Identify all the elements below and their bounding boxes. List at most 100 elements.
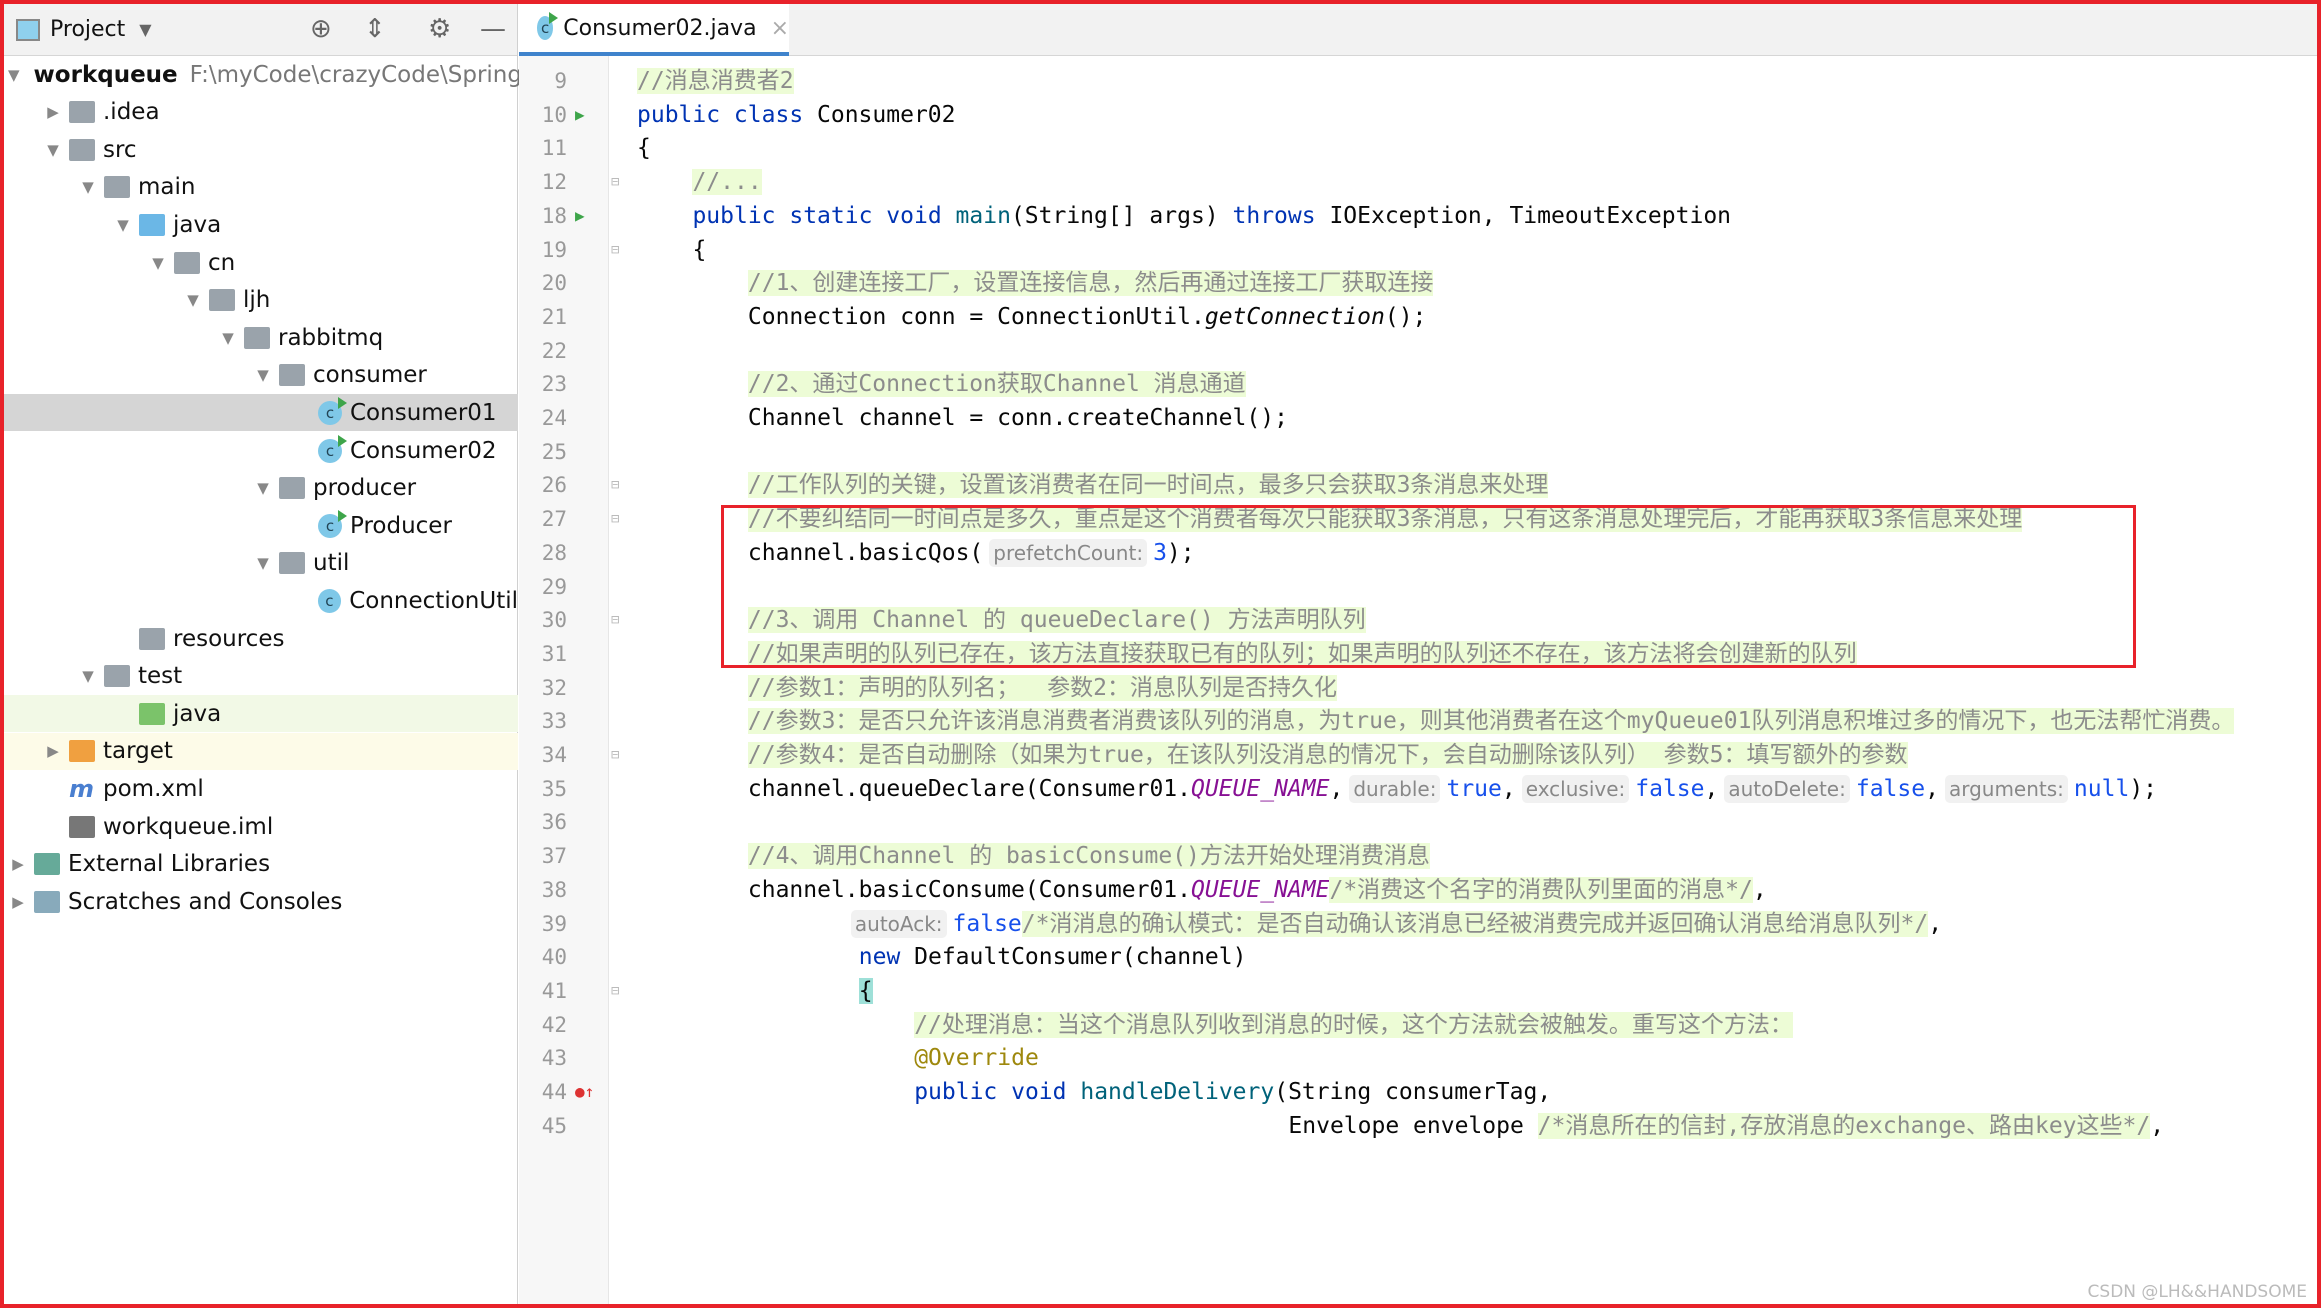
line-number: 42 (541, 1012, 567, 1037)
code-line: 33 //参数3：是否只允许该消息消费者消费该队列的消息，为true，则其他消费者… (519, 704, 2317, 738)
parameter-hint: autoAck: (850, 909, 947, 938)
code-token: IOException, TimeoutException (1315, 202, 1732, 229)
expand-arrow-open-icon[interactable]: ▼ (253, 554, 273, 572)
comment: //消息消费者2 (637, 68, 794, 94)
line-number: 12 (541, 170, 567, 195)
expand-arrow-open-icon[interactable]: ▼ (148, 254, 168, 272)
comment: //处理消息：当这个消息队列收到消息的时候，这个方法就会被触发。重写这个方法： (914, 1011, 1793, 1038)
code-text: Channel channel = conn.createChannel(); (748, 401, 1288, 435)
run-icon[interactable]: ▶ (575, 199, 585, 233)
tree-item-src[interactable]: ▼ src (4, 131, 518, 168)
project-view-icon (16, 18, 40, 41)
line-number: 11 (541, 136, 567, 161)
code-line: 10 ▶ public class Consumer02 (519, 98, 2317, 132)
minimize-icon[interactable]: — (480, 14, 506, 44)
constant: QUEUE_NAME (1190, 775, 1330, 802)
fold-marker-icon[interactable]: ⊟ (611, 233, 619, 267)
run-icon[interactable]: ▶ (575, 98, 585, 132)
fold-marker-icon[interactable]: ⊟ (611, 468, 619, 502)
chevron-down-icon[interactable]: ▼ (139, 20, 151, 39)
gear-icon[interactable]: ⚙ (428, 14, 451, 44)
tree-item-label: java (173, 211, 222, 238)
tree-item-label: main (138, 174, 196, 201)
folder-icon (104, 665, 130, 688)
locate-icon[interactable]: ⊕ (310, 14, 332, 44)
expand-arrow-closed-icon[interactable]: ▶ (43, 103, 63, 121)
code-token: { (637, 135, 651, 162)
package-icon (279, 477, 305, 500)
fold-marker-icon[interactable]: ⊟ (611, 974, 619, 1008)
expand-arrow-closed-icon[interactable]: ▶ (8, 893, 28, 911)
literal: false (952, 910, 1022, 937)
tree-item-consumer01[interactable]: c Consumer01 (4, 394, 518, 432)
tree-item-java[interactable]: java (4, 695, 518, 733)
tree-item-ljh[interactable]: ▼ ljh (4, 282, 518, 319)
fold-marker-icon[interactable]: ⊟ (611, 502, 619, 536)
tree-item-util[interactable]: ▼ util (4, 545, 518, 582)
expand-arrow-open-icon[interactable]: ▼ (8, 66, 20, 84)
tree-item-main[interactable]: ▼ main (4, 169, 518, 206)
tree-item-consumer[interactable]: ▼ consumer (4, 357, 518, 394)
tree-item-scratches-and-consoles[interactable]: ▶ Scratches and Consoles (4, 883, 518, 920)
tree-item-producer[interactable]: ▼ producer (4, 470, 518, 507)
tree-item-pom-xml[interactable]: m pom.xml (4, 770, 518, 807)
tab-consumer02-java[interactable]: c Consumer02.java × (519, 4, 789, 56)
code-text: //处理消息：当这个消息队列收到消息的时候，这个方法就会被触发。重写这个方法： (914, 1008, 1793, 1042)
expand-arrow-closed-icon[interactable]: ▶ (43, 742, 63, 760)
line-number: 33 (541, 709, 567, 734)
tree-item-label: workqueue (33, 61, 178, 88)
tree-item-resources[interactable]: resources (4, 620, 518, 657)
expand-arrow-closed-icon[interactable]: ▶ (8, 855, 28, 873)
tree-item-label: External Libraries (68, 851, 271, 878)
tree-item--idea[interactable]: ▶ .idea (4, 94, 518, 131)
project-view-selector[interactable]: Project (50, 17, 125, 42)
code-line: 12 ⊟ //... (519, 165, 2317, 199)
code-line: 20 //1、创建连接工厂，设置连接信息，然后再通过连接工厂获取连接 (519, 266, 2317, 300)
close-tab-icon[interactable]: × (771, 16, 789, 41)
expand-arrow-open-icon[interactable]: ▼ (253, 479, 273, 497)
comment: //参数4：是否自动删除（如果为true，在该队列没消息的情况下，会自动删除该队… (747, 742, 1908, 768)
tree-item-connectionutil[interactable]: c ConnectionUtil (4, 582, 518, 619)
code-line: 21 Connection conn = ConnectionUtil.getCo… (519, 300, 2317, 334)
parameter-hint: arguments: (1944, 774, 2068, 803)
expand-arrow-open-icon[interactable]: ▼ (78, 178, 98, 196)
code-token: , (1928, 910, 1943, 937)
tree-item-consumer02[interactable]: c Consumer02 (4, 432, 518, 469)
tree-item-producer[interactable]: c Producer (4, 507, 518, 544)
expand-arrow-open-icon[interactable]: ▼ (218, 329, 238, 347)
tree-item-workqueue[interactable]: ▼ workqueue F:\myCode\crazyCode\Spring (4, 56, 522, 93)
tree-item-label: Scratches and Consoles (68, 888, 343, 915)
expand-arrow-open-icon[interactable]: ▼ (253, 366, 273, 384)
libraries-icon (34, 853, 60, 876)
tree-item-cn[interactable]: ▼ cn (4, 244, 518, 281)
expand-arrow-open-icon[interactable]: ▼ (78, 667, 98, 685)
code-line: 25 (519, 435, 2317, 469)
fold-marker-icon[interactable]: ⊟ (611, 165, 619, 199)
tree-item-label: rabbitmq (278, 324, 384, 351)
tree-item-target[interactable]: ▶ target (4, 732, 518, 770)
keyword: throws (1232, 202, 1316, 229)
tree-item-rabbitmq[interactable]: ▼ rabbitmq (4, 319, 518, 356)
expand-arrow-open-icon[interactable]: ▼ (43, 141, 63, 159)
fold-marker-icon[interactable]: ⊟ (611, 603, 619, 637)
tree-item-label: Consumer01 (350, 399, 497, 426)
override-method-icon[interactable]: ●↑ (575, 1075, 594, 1109)
collapse-all-icon[interactable]: ⇕ (364, 14, 386, 44)
code-token: (String consumerTag, (1274, 1079, 1552, 1105)
annotation-highlight-box (721, 505, 2136, 668)
tree-item-java[interactable]: ▼ java (4, 206, 518, 243)
code-text: //... (692, 165, 762, 199)
expand-arrow-open-icon[interactable]: ▼ (113, 216, 133, 234)
project-path: F:\myCode\crazyCode\Spring (189, 61, 522, 88)
fold-marker-icon[interactable]: ⊟ (611, 738, 619, 772)
constant: QUEUE_NAME (1190, 876, 1330, 903)
expand-arrow-open-icon[interactable]: ▼ (183, 291, 203, 309)
tree-item-test[interactable]: ▼ test (4, 658, 518, 695)
code-area[interactable]: 9 //消息消费者2 10 ▶ public class Consumer02 11 {12… (519, 56, 2317, 1304)
code-line: 40 new DefaultConsumer(channel) (519, 940, 2317, 974)
tree-item-workqueue-iml[interactable]: workqueue.iml (4, 808, 518, 845)
literal: null (2073, 775, 2130, 802)
code-text: Connection conn = ConnectionUtil.getConn… (748, 300, 1427, 334)
class-icon: c (317, 588, 342, 613)
tree-item-external-libraries[interactable]: ▶ External Libraries (4, 846, 518, 883)
